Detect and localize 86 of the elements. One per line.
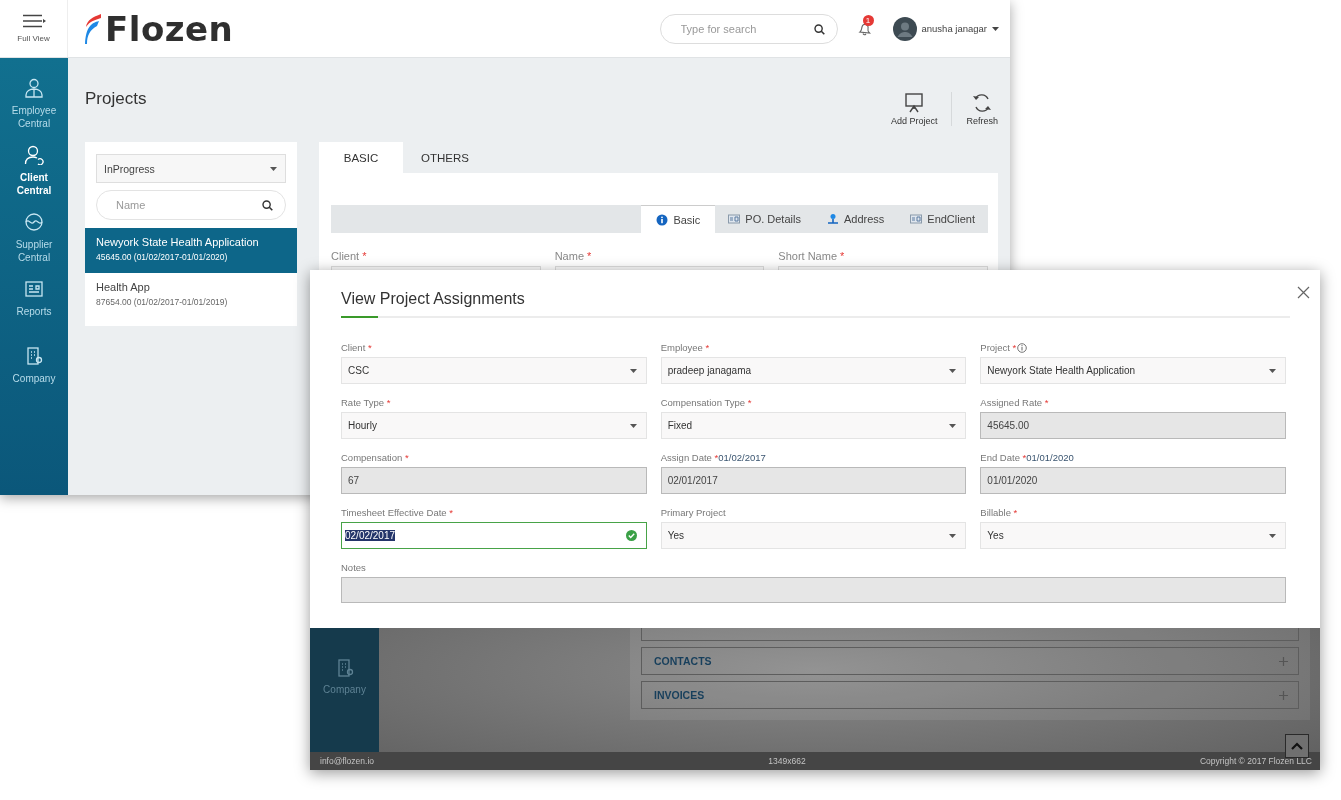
dropdown[interactable]: Hourly bbox=[341, 412, 647, 439]
toolbar-button[interactable]: Add Project bbox=[876, 92, 952, 126]
page-title: Projects bbox=[85, 89, 147, 109]
footer-email[interactable]: info@flozen.io bbox=[320, 756, 374, 766]
caret-icon bbox=[949, 423, 957, 428]
search-icon[interactable] bbox=[813, 23, 825, 35]
sidebar-item[interactable]: Company bbox=[0, 346, 68, 413]
section-tab[interactable]: PO. Details bbox=[715, 205, 814, 233]
tab[interactable]: OTHERS bbox=[403, 142, 487, 173]
notification-badge: 1 bbox=[862, 14, 874, 26]
chevron-up-icon bbox=[1291, 742, 1303, 750]
caret-icon bbox=[992, 26, 999, 31]
caret-icon bbox=[629, 423, 637, 428]
field-label: End Date *01/01/2020 bbox=[980, 452, 1074, 463]
search-field[interactable]: Type for search bbox=[659, 13, 838, 44]
field-label: Assigned Rate * bbox=[980, 397, 1049, 408]
dialog-title: View Project Assignments bbox=[341, 289, 525, 309]
sidebar-item[interactable]: Supplier Central bbox=[0, 212, 68, 279]
caret-icon bbox=[1269, 533, 1276, 538]
scroll-top-button[interactable] bbox=[1285, 734, 1309, 758]
sidebar-item[interactable]: Reports bbox=[0, 279, 68, 346]
close-icon[interactable] bbox=[1297, 286, 1310, 299]
sidebar-item[interactable]: Employee Central bbox=[0, 78, 68, 145]
building-icon bbox=[24, 346, 44, 366]
caret-icon bbox=[949, 533, 957, 538]
notes-field[interactable] bbox=[341, 577, 1286, 603]
user-name[interactable]: anusha janagar bbox=[921, 23, 987, 34]
date-field[interactable]: 02/02/2017 bbox=[341, 522, 647, 549]
caret-icon bbox=[949, 368, 957, 373]
report-icon bbox=[24, 279, 44, 299]
dropdown[interactable]: Newyork State Health Application bbox=[980, 357, 1286, 384]
dropdown[interactable]: Yes bbox=[980, 522, 1286, 549]
sidebar-item[interactable]: Client Central bbox=[0, 145, 68, 212]
dropdown[interactable]: Fixed bbox=[660, 412, 967, 439]
dropdown[interactable]: Yes bbox=[660, 522, 967, 549]
field-label: Notes bbox=[341, 562, 366, 573]
field-label: Compensation Type * bbox=[660, 397, 752, 408]
field-label: Client * bbox=[331, 250, 368, 262]
toolbar-button[interactable]: Refresh bbox=[952, 92, 998, 126]
project-list-item[interactable]: Newyork State Health Application 45645.00 (01/02/2017-01/01/2020) bbox=[85, 228, 297, 273]
input-field[interactable]: 67 bbox=[341, 467, 647, 494]
person-icon bbox=[24, 78, 44, 98]
footer-copyright: Copyright © 2017 Flozen LLC bbox=[1199, 756, 1312, 766]
field-label: Billable * bbox=[980, 507, 1018, 518]
section-tab[interactable]: Address bbox=[813, 205, 898, 233]
easel-icon bbox=[903, 92, 926, 113]
dropdown[interactable]: CSC bbox=[341, 357, 647, 384]
field-label: Rate Type * bbox=[341, 397, 391, 408]
bell-icon[interactable] bbox=[857, 21, 871, 36]
pin-icon bbox=[826, 213, 839, 225]
field-label: Name * bbox=[554, 250, 593, 262]
tab[interactable]: BASIC bbox=[319, 142, 403, 173]
field-label: Client * bbox=[341, 342, 372, 353]
exchange-icon bbox=[24, 212, 44, 232]
caret-icon bbox=[629, 368, 637, 373]
dropdown[interactable]: pradeep janagama bbox=[660, 357, 967, 384]
section-tab[interactable]: EndClient bbox=[897, 205, 988, 233]
footer-resolution: 1349x662 bbox=[768, 756, 806, 766]
field-label: Compensation * bbox=[341, 452, 409, 463]
field-label: Employee * bbox=[660, 342, 710, 353]
field-label: Project * bbox=[980, 342, 1017, 353]
menu-label: Full View bbox=[17, 34, 50, 43]
field-label: Timesheet Effective Date * bbox=[341, 507, 453, 518]
section-tab[interactable]: Basic bbox=[641, 205, 716, 233]
avatar-icon bbox=[892, 16, 917, 41]
check-icon bbox=[625, 530, 637, 541]
logo-text: Flozen bbox=[105, 8, 234, 49]
input-field[interactable]: 02/01/2017 bbox=[660, 467, 967, 494]
refresh-icon bbox=[971, 92, 994, 113]
field-label: Short Name * bbox=[778, 250, 846, 262]
document-icon bbox=[910, 213, 923, 225]
search-icon[interactable] bbox=[262, 200, 273, 211]
caret-icon bbox=[1269, 368, 1276, 373]
document-icon bbox=[728, 213, 741, 225]
field-label: Primary Project bbox=[660, 507, 726, 518]
name-search-field[interactable]: Name bbox=[96, 190, 286, 220]
person-icon bbox=[24, 145, 44, 165]
field-label: Assign Date *01/02/2017 bbox=[660, 452, 766, 463]
input-field[interactable]: 01/01/2020 bbox=[980, 467, 1286, 494]
caret-icon bbox=[270, 166, 277, 171]
menu-icon[interactable] bbox=[21, 14, 46, 28]
project-list-item[interactable]: Health App 87654.00 (01/02/2017-01/01/2019) bbox=[85, 273, 297, 318]
flame-icon bbox=[82, 12, 102, 45]
status-dropdown[interactable]: InProgress bbox=[96, 154, 286, 183]
input-field[interactable]: 45645.00 bbox=[980, 412, 1286, 439]
info-icon bbox=[656, 213, 669, 226]
